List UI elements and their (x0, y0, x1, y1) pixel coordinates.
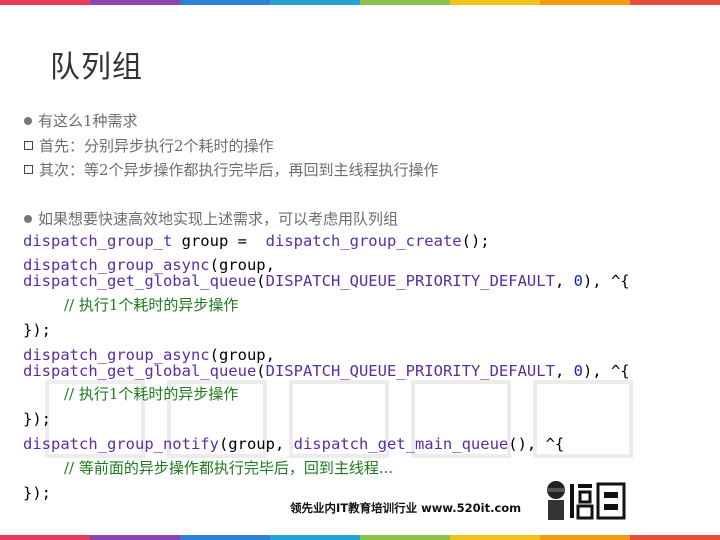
stripe-segment (450, 535, 540, 540)
stripe-segment (270, 0, 360, 5)
stripe-segment (270, 535, 360, 540)
stripe-segment (90, 535, 180, 540)
code-comment-1: // 执行1个耗时的异步操作 (64, 296, 239, 314)
code-line-close-1: }); (23, 321, 51, 339)
bullet-square-icon (24, 141, 33, 150)
bullet-first: 首先：分别异步执行2个耗时的操作 (24, 135, 274, 156)
stripe-segment (630, 535, 720, 540)
bullet-dot-icon (24, 214, 32, 223)
stripe-segment (630, 0, 720, 5)
footer-slogan: 领先业内IT教育培训行业 www.520it.com (290, 501, 522, 515)
bullet-then: 其次：等2个异步操作都执行完毕后，再回到主线程执行操作 (24, 159, 439, 180)
code-comment-3: // 等前面的异步操作都执行完毕后，回到主线程... (64, 459, 394, 477)
stripe-segment (360, 0, 450, 5)
stripe-segment (180, 0, 270, 5)
bullet-group-hint: 如果想要快速高效地实现上述需求，可以考虑用队列组 (24, 208, 398, 229)
code-line-group-create: dispatch_group_t group = dispatch_group_… (23, 232, 490, 250)
bullet-text: 有这么1种需求 (38, 112, 138, 130)
bullet-requirement: 有这么1种需求 (24, 110, 138, 131)
stripe-segment (360, 535, 450, 540)
bullet-square-icon (24, 165, 33, 174)
stripe-segment (180, 535, 270, 540)
brand-logo-icon (547, 481, 626, 520)
bullet-dot-icon (24, 116, 32, 125)
bottom-color-stripe (0, 535, 720, 540)
stripe-segment (450, 0, 540, 5)
slide-title: 队列组 (50, 50, 143, 85)
stripe-segment (90, 0, 180, 5)
code-line-global-queue-2: dispatch_get_global_queue(DISPATCH_QUEUE… (23, 362, 630, 380)
bullet-text: 首先：分别异步执行2个耗时的操作 (39, 137, 274, 155)
stripe-segment (540, 535, 630, 540)
stripe-segment (540, 0, 630, 5)
bullet-text: 如果想要快速高效地实现上述需求，可以考虑用队列组 (38, 210, 399, 228)
stripe-segment (0, 0, 90, 5)
code-line-close-2: }); (23, 410, 51, 428)
code-line-global-queue-1: dispatch_get_global_queue(DISPATCH_QUEUE… (23, 272, 630, 290)
code-comment-2: // 执行1个耗时的异步操作 (64, 385, 239, 403)
stripe-segment (0, 535, 90, 540)
bullet-text: 其次：等2个异步操作都执行完毕后，再回到主线程执行操作 (39, 161, 439, 179)
code-line-close-3: }); (23, 484, 51, 502)
top-color-stripe (0, 0, 720, 5)
code-line-group-notify: dispatch_group_notify(group, dispatch_ge… (23, 435, 565, 453)
